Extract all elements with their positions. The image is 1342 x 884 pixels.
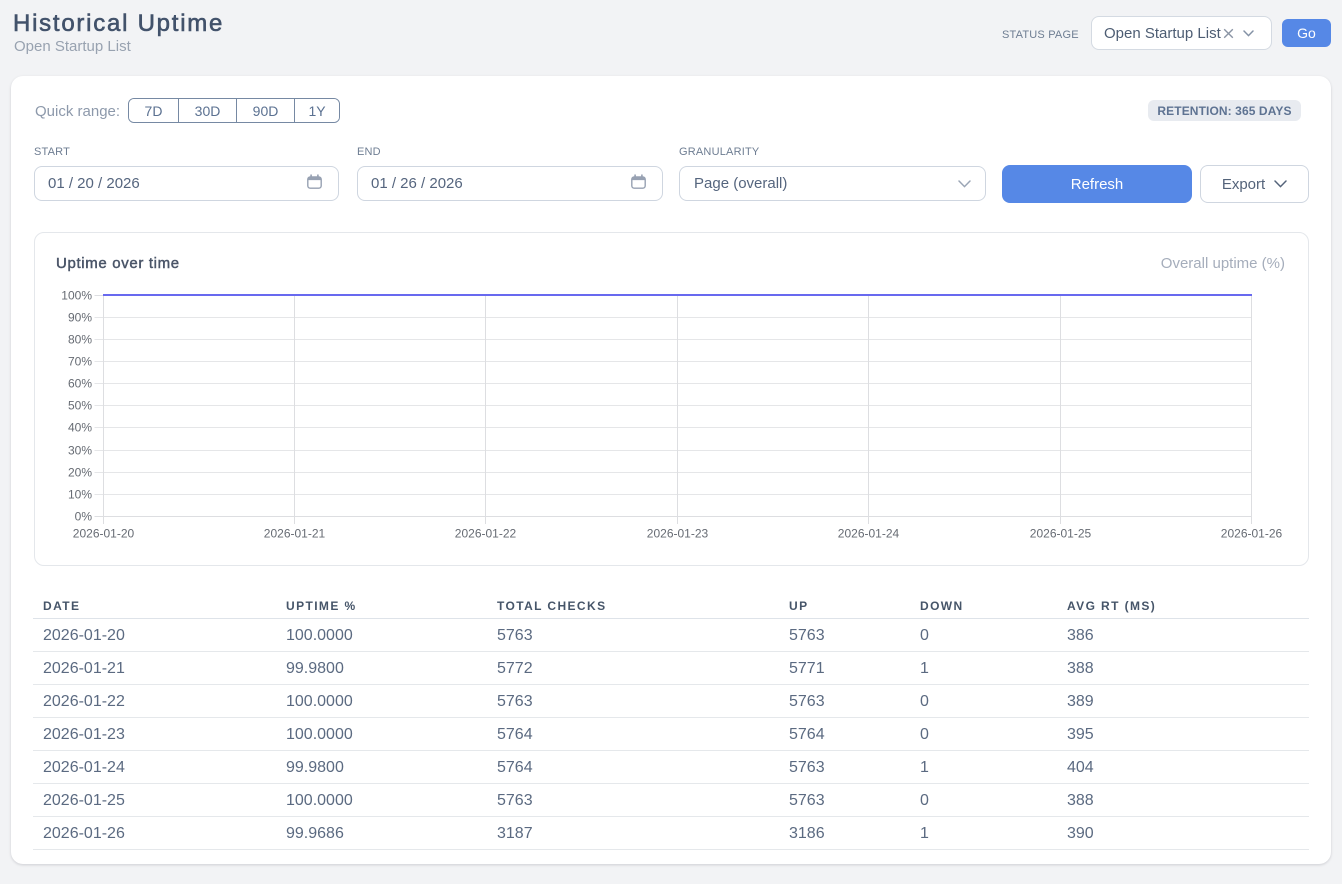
svg-text:2026-01-24: 2026-01-24	[838, 527, 900, 541]
svg-text:50%: 50%	[68, 399, 92, 413]
svg-text:0%: 0%	[75, 510, 93, 524]
svg-text:2026-01-21: 2026-01-21	[264, 527, 326, 541]
svg-text:60%: 60%	[68, 377, 92, 391]
svg-text:90%: 90%	[68, 311, 92, 325]
svg-text:80%: 80%	[68, 333, 92, 347]
svg-text:10%: 10%	[68, 488, 92, 502]
svg-text:2026-01-26: 2026-01-26	[1221, 527, 1283, 541]
svg-text:2026-01-22: 2026-01-22	[455, 527, 517, 541]
svg-text:100%: 100%	[61, 289, 92, 303]
svg-text:2026-01-23: 2026-01-23	[647, 527, 709, 541]
svg-text:70%: 70%	[68, 355, 92, 369]
svg-text:2026-01-25: 2026-01-25	[1030, 527, 1092, 541]
svg-text:20%: 20%	[68, 466, 92, 480]
svg-text:30%: 30%	[68, 444, 92, 458]
svg-text:2026-01-20: 2026-01-20	[73, 527, 135, 541]
svg-text:40%: 40%	[68, 421, 92, 435]
